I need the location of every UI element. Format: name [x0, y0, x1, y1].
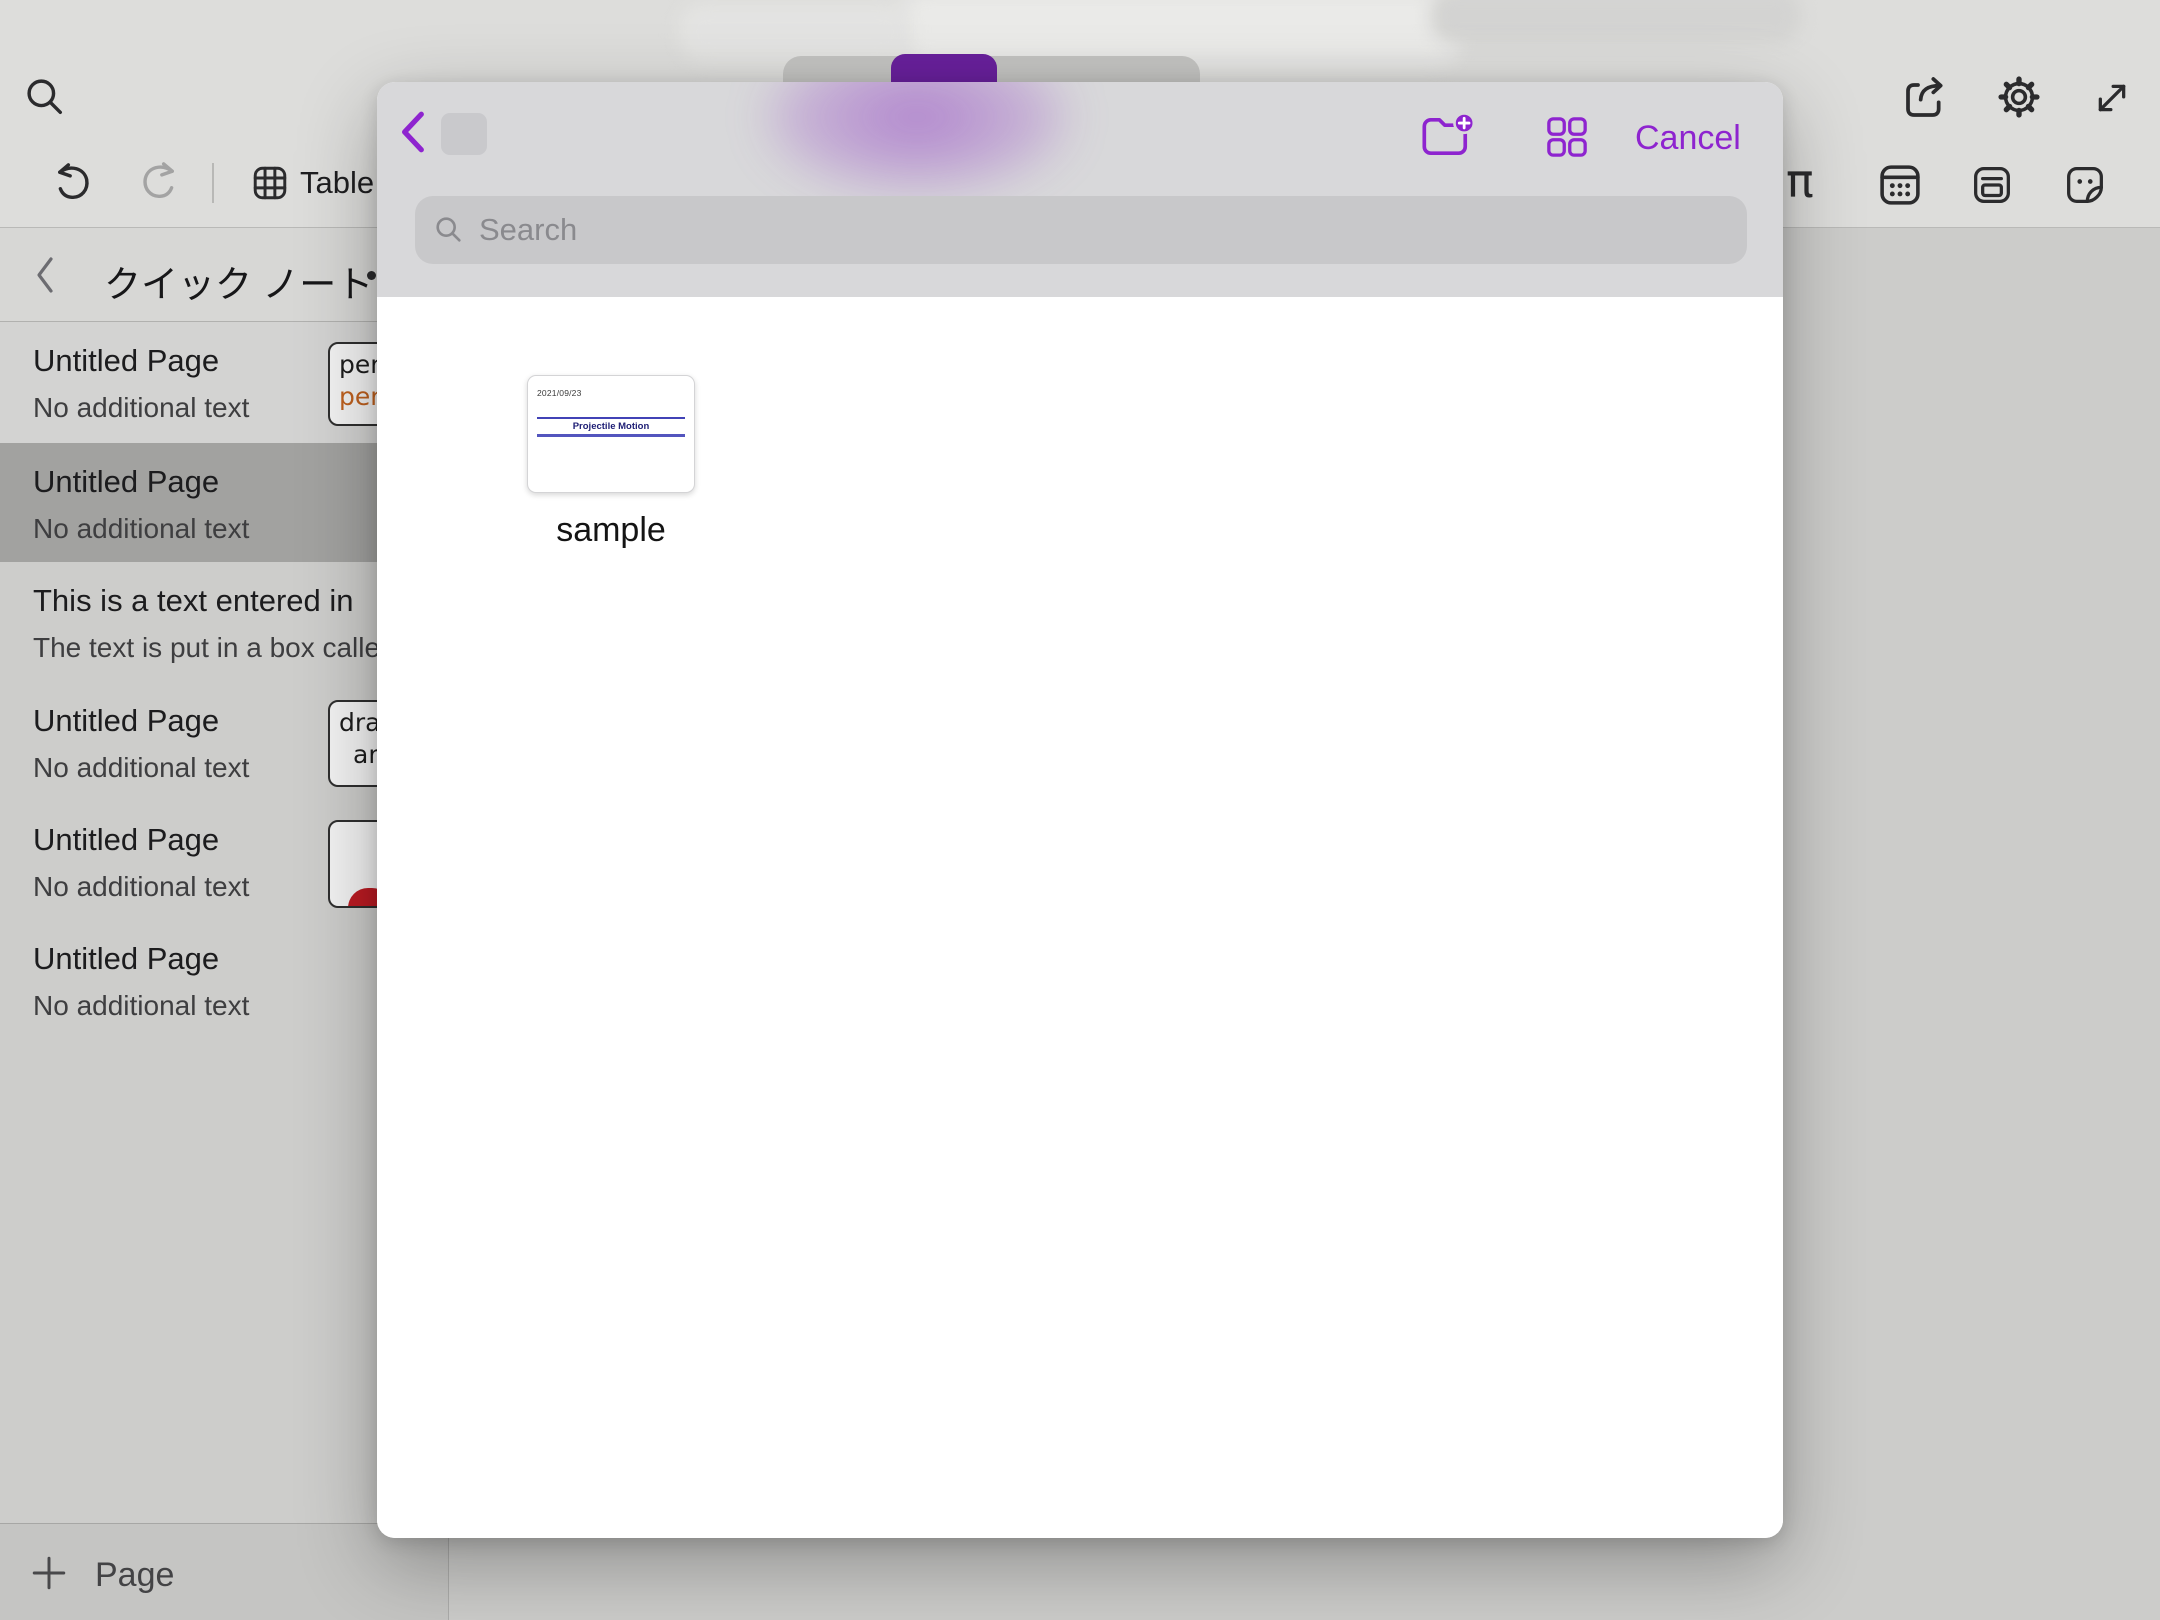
document-thumb-title: Projectile Motion: [528, 421, 694, 432]
search-input[interactable]: [479, 212, 1729, 248]
modal-search-bar[interactable]: [415, 196, 1747, 264]
document-thumb-rule: [537, 434, 685, 437]
document-thumbnail: 2021/09/23 Projectile Motion: [527, 375, 695, 493]
notes-app: Table: [0, 0, 2160, 1620]
import-file-modal: Cancel 2021/09/23 Projectile Motion s: [377, 82, 1783, 1538]
modal-header: Cancel: [377, 82, 1783, 297]
document-item[interactable]: 2021/09/23 Projectile Motion sample: [527, 375, 695, 550]
modal-file-list: 2021/09/23 Projectile Motion sample: [377, 297, 1783, 1538]
grid-view-button[interactable]: [1545, 115, 1589, 159]
new-folder-icon: [1420, 112, 1476, 160]
disabled-folder-ghost-icon: [441, 113, 487, 155]
document-thumb-rule: [537, 417, 685, 419]
search-icon: [433, 214, 465, 246]
document-name: sample: [481, 511, 741, 550]
frosted-purple-glow: [767, 82, 1067, 192]
new-folder-button[interactable]: [1420, 112, 1476, 160]
grid-view-icon: [1545, 115, 1589, 159]
back-chevron-icon: [395, 108, 433, 156]
cancel-button[interactable]: Cancel: [1635, 119, 1741, 158]
document-thumb-date: 2021/09/23: [537, 388, 582, 398]
modal-back-button[interactable]: [395, 108, 433, 156]
